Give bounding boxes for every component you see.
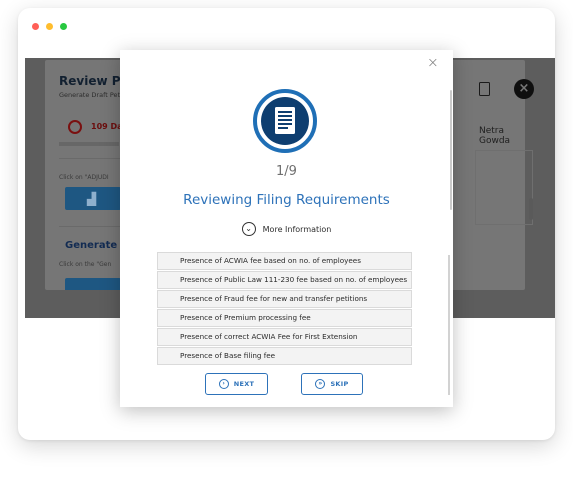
next-button[interactable]: › NEXT — [205, 373, 268, 395]
list-scrollbar[interactable] — [448, 255, 450, 395]
background-assignee-name: Netra Gowda — [479, 126, 511, 146]
background-instruction-2: Click on the "Gen — [59, 261, 112, 268]
list-item: Presence of Base filing fee — [157, 347, 412, 365]
window-close-dot[interactable] — [32, 23, 39, 30]
step-counter: 1/9 — [276, 164, 297, 179]
list-item: Presence of Public Law 111-230 fee based… — [157, 271, 412, 289]
modal-heading: Reviewing Filing Requirements — [183, 192, 390, 208]
list-item: Presence of ACWIA fee based on no. of em… — [157, 252, 412, 270]
background-page-subtitle: Generate Draft Petit — [59, 91, 125, 99]
more-information-label: More Information — [262, 224, 332, 234]
arrow-right-icon: › — [218, 379, 229, 389]
skip-button[interactable]: » SKIP — [301, 373, 363, 395]
background-card — [475, 150, 533, 225]
requirements-modal: × 1/9 Reviewing Filing Requirements ⌄ Mo… — [120, 50, 453, 407]
background-scrollbar — [529, 198, 533, 220]
background-instruction-1: Click on "ADJUDI — [59, 174, 109, 181]
skip-icon: » — [315, 379, 326, 389]
close-icon[interactable]: × — [427, 56, 439, 70]
skip-button-label: SKIP — [330, 380, 349, 388]
next-button-label: NEXT — [233, 380, 255, 388]
background-close-icon: × — [514, 79, 534, 99]
document-icon — [252, 88, 318, 154]
list-item: Presence of Premium processing fee — [157, 309, 412, 327]
list-item: Presence of correct ACWIA Fee for First … — [157, 328, 412, 346]
chevron-down-icon: ⌄ — [241, 222, 256, 236]
background-placeholder-line — [59, 142, 119, 146]
clock-icon — [68, 120, 82, 134]
chart-icon: ▟ — [87, 192, 97, 206]
background-adjudication-button: ▟ — [65, 187, 121, 210]
background-generate-button — [65, 278, 121, 290]
clipboard-icon — [479, 82, 490, 96]
list-item: Presence of Fraud fee for new and transf… — [157, 290, 412, 308]
more-information-toggle[interactable]: ⌄ More Information — [120, 222, 453, 236]
window-maximize-dot[interactable] — [60, 23, 67, 30]
requirements-list: Presence of ACWIA fee based on no. of em… — [157, 252, 412, 366]
window-minimize-dot[interactable] — [46, 23, 53, 30]
window-controls — [32, 23, 67, 30]
